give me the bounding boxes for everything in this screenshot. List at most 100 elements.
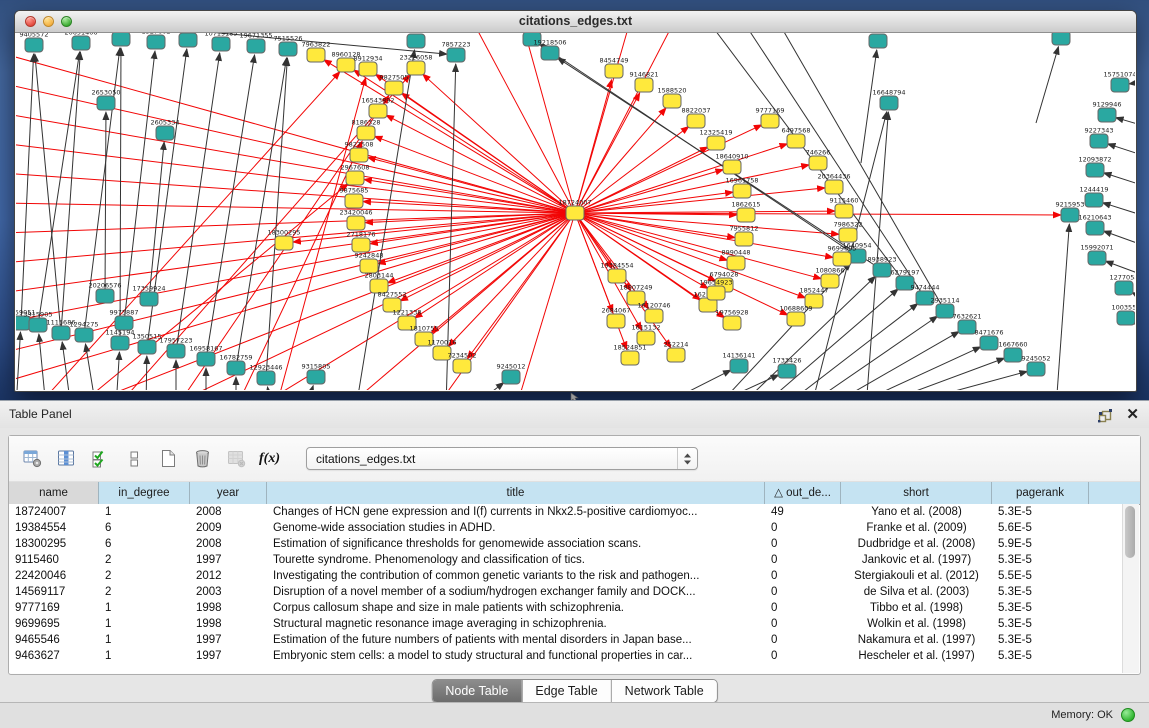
graph-node[interactable]: 15751074 bbox=[1103, 71, 1135, 93]
table-cell[interactable]: 9115460 bbox=[9, 552, 99, 568]
table-cell[interactable]: 5.3E-5 bbox=[992, 504, 1089, 520]
graph-node[interactable]: 9405572 bbox=[20, 33, 49, 52]
graph-node[interactable]: 7857223 bbox=[442, 41, 471, 63]
graph-node[interactable]: 10719185 bbox=[204, 33, 237, 51]
graph-node[interactable]: 12923446 bbox=[249, 364, 282, 386]
delete-table-icon[interactable] bbox=[225, 448, 247, 470]
graph-node[interactable]: 1003552 bbox=[1112, 304, 1135, 326]
graph-edge[interactable] bbox=[870, 358, 1005, 390]
graph-node[interactable]: 23226058 bbox=[399, 54, 432, 76]
graph-node[interactable]: 1615132 bbox=[632, 324, 661, 346]
function-builder-icon[interactable]: f(x) bbox=[259, 451, 280, 467]
column-header-name[interactable]: name bbox=[9, 482, 99, 504]
column-header-in_degree[interactable]: in_degree bbox=[99, 482, 190, 504]
graph-node[interactable]: 16782759 bbox=[219, 354, 252, 376]
deselect-all-icon[interactable] bbox=[123, 448, 145, 470]
table-cell[interactable]: 2012 bbox=[190, 568, 267, 584]
graph-node[interactable]: 16053809 bbox=[399, 33, 432, 48]
graph-edge[interactable] bbox=[61, 52, 80, 333]
graph-edge[interactable] bbox=[16, 143, 575, 213]
table-cell[interactable]: 5.3E-5 bbox=[992, 632, 1089, 648]
graph-node[interactable]: 16958167 bbox=[189, 345, 222, 367]
graph-edge[interactable] bbox=[176, 53, 220, 351]
table-cell[interactable]: 2008 bbox=[190, 536, 267, 552]
table-cell[interactable]: 14569117 bbox=[9, 584, 99, 600]
column-header-pagerank[interactable]: pagerank bbox=[992, 482, 1089, 504]
graph-node[interactable]: 2653050 bbox=[92, 89, 121, 111]
table-cell[interactable]: 5.6E-5 bbox=[992, 520, 1089, 536]
graph-node[interactable]: 9827508 bbox=[345, 141, 374, 163]
tab-network-table[interactable]: Network Table bbox=[611, 680, 717, 702]
table-cell[interactable]: Embryonic stem cells: a model to study s… bbox=[267, 648, 765, 664]
table-cell[interactable]: 1997 bbox=[190, 552, 267, 568]
graph-node[interactable]: 2684067 bbox=[602, 307, 631, 329]
graph-node[interactable]: 1145194 bbox=[106, 329, 135, 351]
graph-node[interactable]: 20364436 bbox=[817, 173, 850, 195]
graph-edge[interactable] bbox=[146, 356, 147, 390]
table-cell[interactable]: 0 bbox=[765, 536, 841, 552]
graph-edge[interactable] bbox=[656, 370, 731, 390]
graph-node[interactable]: 19218506 bbox=[533, 39, 566, 61]
table-cell[interactable]: Structural magnetic resonance image aver… bbox=[267, 616, 765, 632]
table-cell[interactable]: 5.3E-5 bbox=[992, 584, 1089, 600]
table-row[interactable]: 911546021997Tourette syndrome. Phenomeno… bbox=[9, 552, 1123, 568]
column-header-title[interactable]: title bbox=[267, 482, 765, 504]
graph-node[interactable]: 252214 bbox=[664, 341, 689, 363]
graph-node[interactable]: 9827505 bbox=[380, 74, 409, 96]
table-cell[interactable]: 1997 bbox=[190, 648, 267, 664]
graph-edge[interactable] bbox=[861, 50, 877, 163]
table-row[interactable]: 1456911722003Disruption of a novel membe… bbox=[9, 584, 1123, 600]
table-cell[interactable]: Dudbridge et al. (2008) bbox=[841, 536, 992, 552]
table-row[interactable]: 946554611997Estimation of the future num… bbox=[9, 632, 1123, 648]
graph-node[interactable]: 9975887 bbox=[110, 309, 139, 331]
table-cell[interactable]: 2 bbox=[99, 584, 190, 600]
table-row[interactable]: 1830029562008Estimation of significance … bbox=[9, 536, 1123, 552]
graph-edge[interactable] bbox=[866, 112, 888, 390]
table-cell[interactable]: Genome-wide association studies in ADHD. bbox=[267, 520, 765, 536]
table-cell[interactable]: 2009 bbox=[190, 520, 267, 536]
new-table-icon[interactable] bbox=[157, 448, 179, 470]
graph-edge[interactable] bbox=[1116, 118, 1135, 128]
window-minimize-button[interactable] bbox=[43, 16, 54, 27]
window-zoom-button[interactable] bbox=[61, 16, 72, 27]
table-cell[interactable]: 6 bbox=[99, 520, 190, 536]
tab-edge-table[interactable]: Edge Table bbox=[521, 680, 610, 702]
graph-node[interactable]: 6466160 bbox=[174, 33, 203, 47]
table-cell[interactable]: Changes of HCN gene expression and I(f) … bbox=[267, 504, 765, 520]
table-cell[interactable]: Estimation of the future numbers of pati… bbox=[267, 632, 765, 648]
table-cell[interactable]: Corpus callosum shape and size in male p… bbox=[267, 600, 765, 616]
table-cell[interactable]: Jankovic et al. (1997) bbox=[841, 552, 992, 568]
table-cell[interactable]: 0 bbox=[765, 568, 841, 584]
table-cell[interactable]: 0 bbox=[765, 584, 841, 600]
graph-edge[interactable] bbox=[448, 213, 575, 346]
graph-node[interactable]: 18524851 bbox=[613, 344, 646, 366]
graph-node[interactable]: 1588520 bbox=[658, 87, 687, 109]
tab-node-table[interactable]: Node Table bbox=[432, 680, 521, 702]
table-scrollbar-thumb[interactable] bbox=[1125, 506, 1135, 558]
graph-edge[interactable] bbox=[293, 213, 575, 242]
graph-node[interactable]: 8990448 bbox=[722, 249, 751, 271]
graph-node[interactable]: 19671355 bbox=[239, 33, 272, 53]
graph-node[interactable]: 8822037 bbox=[682, 107, 711, 129]
table-cell[interactable]: 1 bbox=[99, 632, 190, 648]
table-row[interactable]: 1872400712008Changes of HCN gene express… bbox=[9, 504, 1123, 520]
graph-node[interactable]: 9129946 bbox=[1093, 101, 1122, 123]
network-view-window[interactable]: citations_edges.txt 18724007940557220691… bbox=[14, 10, 1137, 392]
table-cell[interactable]: 0 bbox=[765, 552, 841, 568]
column-visibility-icon[interactable] bbox=[55, 448, 77, 470]
table-cell[interactable]: 1 bbox=[99, 504, 190, 520]
table-cell[interactable]: 0 bbox=[765, 600, 841, 616]
graph-node[interactable]: 1294275 bbox=[70, 321, 99, 343]
window-close-button[interactable] bbox=[25, 16, 36, 27]
graph-node[interactable]: 746266 bbox=[806, 149, 831, 171]
graph-node[interactable]: 9245052 bbox=[1022, 355, 1051, 377]
graph-node[interactable]: 9245012 bbox=[497, 363, 526, 385]
graph-node[interactable]: 20691406 bbox=[64, 33, 97, 50]
graph-node[interactable]: 14136141 bbox=[722, 352, 755, 374]
graph-node[interactable]: 9242848 bbox=[355, 252, 384, 274]
network-canvas[interactable]: 1872400794055722069140610653267152760264… bbox=[16, 33, 1135, 390]
graph-edge[interactable] bbox=[16, 332, 20, 390]
table-cell[interactable]: 1998 bbox=[190, 600, 267, 616]
table-row[interactable]: 1938455462009Genome-wide association stu… bbox=[9, 520, 1123, 536]
graph-node[interactable]: 1213428 bbox=[864, 33, 893, 48]
